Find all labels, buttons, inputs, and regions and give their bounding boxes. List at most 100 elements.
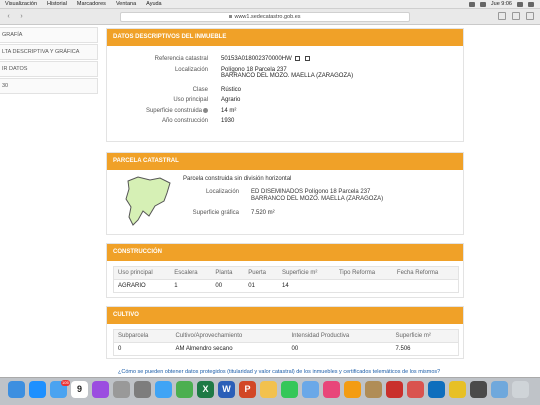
label-empty (107, 73, 221, 79)
row-superficie: Superficie construida 14 m² (107, 107, 463, 114)
nav-item-grafia[interactable]: GRAFÍA (0, 27, 98, 43)
crop-panel: CULTIVO Subparcela Cultivo/Aprovechamien… (106, 306, 464, 359)
maps-icon[interactable] (176, 381, 193, 398)
table-row: AGRARIO 1 00 01 14 (114, 280, 459, 293)
value-uso: Agrario (221, 97, 241, 104)
messages-icon[interactable] (281, 381, 298, 398)
value-parcel-loc-1: ED DISEMINADOS Polígono 18 Parcela 237 (251, 189, 371, 195)
value-superficie: 14 m² (221, 107, 237, 114)
wifi-icon[interactable] (468, 1, 475, 7)
row-uso: Uso principal Agrario (107, 97, 463, 103)
row-anio: Año construcción 1930 (107, 118, 463, 124)
trash-icon[interactable] (512, 381, 529, 398)
menu-marcadores[interactable]: Marcadores (72, 1, 111, 7)
plus-icon[interactable] (526, 12, 534, 20)
table-header-row: Uso principal Escalera Planta Puerta Sup… (113, 266, 459, 280)
label-superficie-grafica: Superficie gráfica (192, 210, 239, 216)
teamviewer-icon[interactable] (428, 381, 445, 398)
dock: 105 9 X W P (0, 377, 540, 405)
clock[interactable]: Jue 9:06 (491, 1, 512, 7)
label-parcel-loc: Localización (205, 189, 239, 195)
contacts-icon[interactable] (365, 381, 382, 398)
search-icon[interactable] (517, 1, 523, 7)
pdf-icon[interactable] (407, 381, 424, 398)
photos-icon[interactable] (260, 381, 277, 398)
panel-title: PARCELA CATASTRAL (107, 153, 463, 170)
menu-historial[interactable]: Historial (42, 1, 72, 7)
col-puerta: Puerta (244, 266, 279, 280)
cell (335, 280, 393, 293)
col-tipo-reforma: Tipo Reforma (334, 266, 393, 280)
cell: 00 (291, 346, 299, 352)
help-link[interactable]: ¿Cómo se pueden obtener datos protegidos… (118, 369, 440, 375)
construction-panel: CONSTRUCCIÓN Uso principal Escalera Plan… (106, 243, 464, 298)
nav-item-imprimir[interactable]: IR DATOS (0, 61, 98, 77)
label-clase: Clase (192, 86, 208, 93)
parcel-map[interactable] (120, 175, 174, 229)
podcasts-icon[interactable] (92, 381, 109, 398)
app-store-icon[interactable] (29, 381, 46, 398)
label-referencia: Referencia catastral (154, 56, 208, 62)
col-escalera: Escalera (170, 266, 212, 280)
menu-ayuda[interactable]: Ayuda (141, 1, 167, 7)
label-anio: Año construcción (161, 118, 208, 125)
chrome-icon[interactable] (449, 381, 466, 398)
excel-glyph: X (202, 384, 209, 394)
notification-badge: 105 (61, 380, 70, 386)
cell: AGRARIO (118, 283, 146, 289)
chevron-left-icon[interactable]: ‹ (4, 12, 13, 21)
parcel-subtitle: Parcela construida sin división horizont… (183, 176, 292, 182)
ibooks-icon[interactable] (344, 381, 361, 398)
cell (393, 280, 459, 293)
chevron-right-icon[interactable]: › (17, 12, 26, 21)
qr-icon[interactable] (304, 56, 310, 61)
preview-icon[interactable] (302, 381, 319, 398)
nav-item-consulta[interactable]: LTA DESCRIPTIVA Y GRÁFICA (0, 44, 98, 60)
panel-title: CULTIVO (107, 307, 463, 324)
row-localizacion-2: BARRANCO DEL MOZO. MAELLA (ZARAGOZA) (107, 73, 463, 79)
browser-toolbar: ‹ › www1.sedecatastro.gob.es (0, 9, 540, 25)
cell: 00 (215, 283, 223, 289)
copy-icon[interactable] (294, 56, 300, 61)
row-clase: Clase Rústico (107, 87, 463, 93)
share-icon[interactable] (498, 12, 506, 20)
cell: 0 (118, 346, 122, 352)
menubar-status: Jue 9:06 (468, 1, 540, 7)
value-referencia: 50153A018002370000HW (221, 56, 292, 63)
address-bar[interactable]: www1.sedecatastro.gob.es (120, 12, 410, 22)
menu-ventana[interactable]: Ventana (111, 1, 141, 7)
folder-icon[interactable] (491, 381, 508, 398)
crop-table: Subparcela Cultivo/Aprovechamiento Inten… (113, 329, 459, 356)
menu-visualizacion[interactable]: Visualización (0, 1, 42, 7)
safari-icon[interactable] (155, 381, 172, 398)
table-row: 0 AM Almendro secano 00 7.506 (114, 343, 459, 356)
value-clase: Rústico (221, 86, 242, 93)
row-referencia: Referencia catastral 50153A018002370000H… (107, 56, 463, 62)
word-glyph: W (222, 384, 231, 394)
finder-icon[interactable] (8, 381, 25, 398)
quicktime-icon[interactable] (470, 381, 487, 398)
parcel-panel: PARCELA CATASTRAL Parcela construida sin… (106, 152, 464, 235)
value-superficie-grafica: 7.520 m² (251, 210, 275, 216)
powerpoint-glyph: P (244, 384, 251, 394)
tabs-icon[interactable] (512, 12, 520, 20)
cell: 1 (174, 283, 178, 289)
battery-icon[interactable] (479, 1, 486, 7)
info-icon[interactable] (203, 107, 208, 113)
system-preferences-icon[interactable] (134, 381, 151, 398)
value-localizacion-2: BARRANCO DEL MOZO. MAELLA (ZARAGOZA) (221, 72, 354, 79)
launchpad-icon[interactable] (113, 381, 130, 398)
col-superficie: Superficie m² (391, 329, 459, 343)
left-nav: GRAFÍA LTA DESCRIPTIVA Y GRÁFICA IR DATO… (0, 26, 98, 94)
panel-title: CONSTRUCCIÓN (107, 244, 463, 261)
col-fecha-reforma: Fecha Reforma (392, 266, 459, 280)
label-superficie: Superficie construida (145, 107, 202, 114)
acrobat-icon[interactable] (386, 381, 403, 398)
lock-icon (229, 15, 233, 18)
toolbar-right (498, 12, 534, 20)
itunes-icon[interactable] (323, 381, 340, 398)
nav-item-30[interactable]: 30 (0, 78, 98, 94)
menubar: Visualización Historial Marcadores Venta… (0, 0, 540, 9)
menu-list-icon[interactable] (528, 1, 534, 7)
cell: AM Almendro secano (175, 346, 233, 352)
